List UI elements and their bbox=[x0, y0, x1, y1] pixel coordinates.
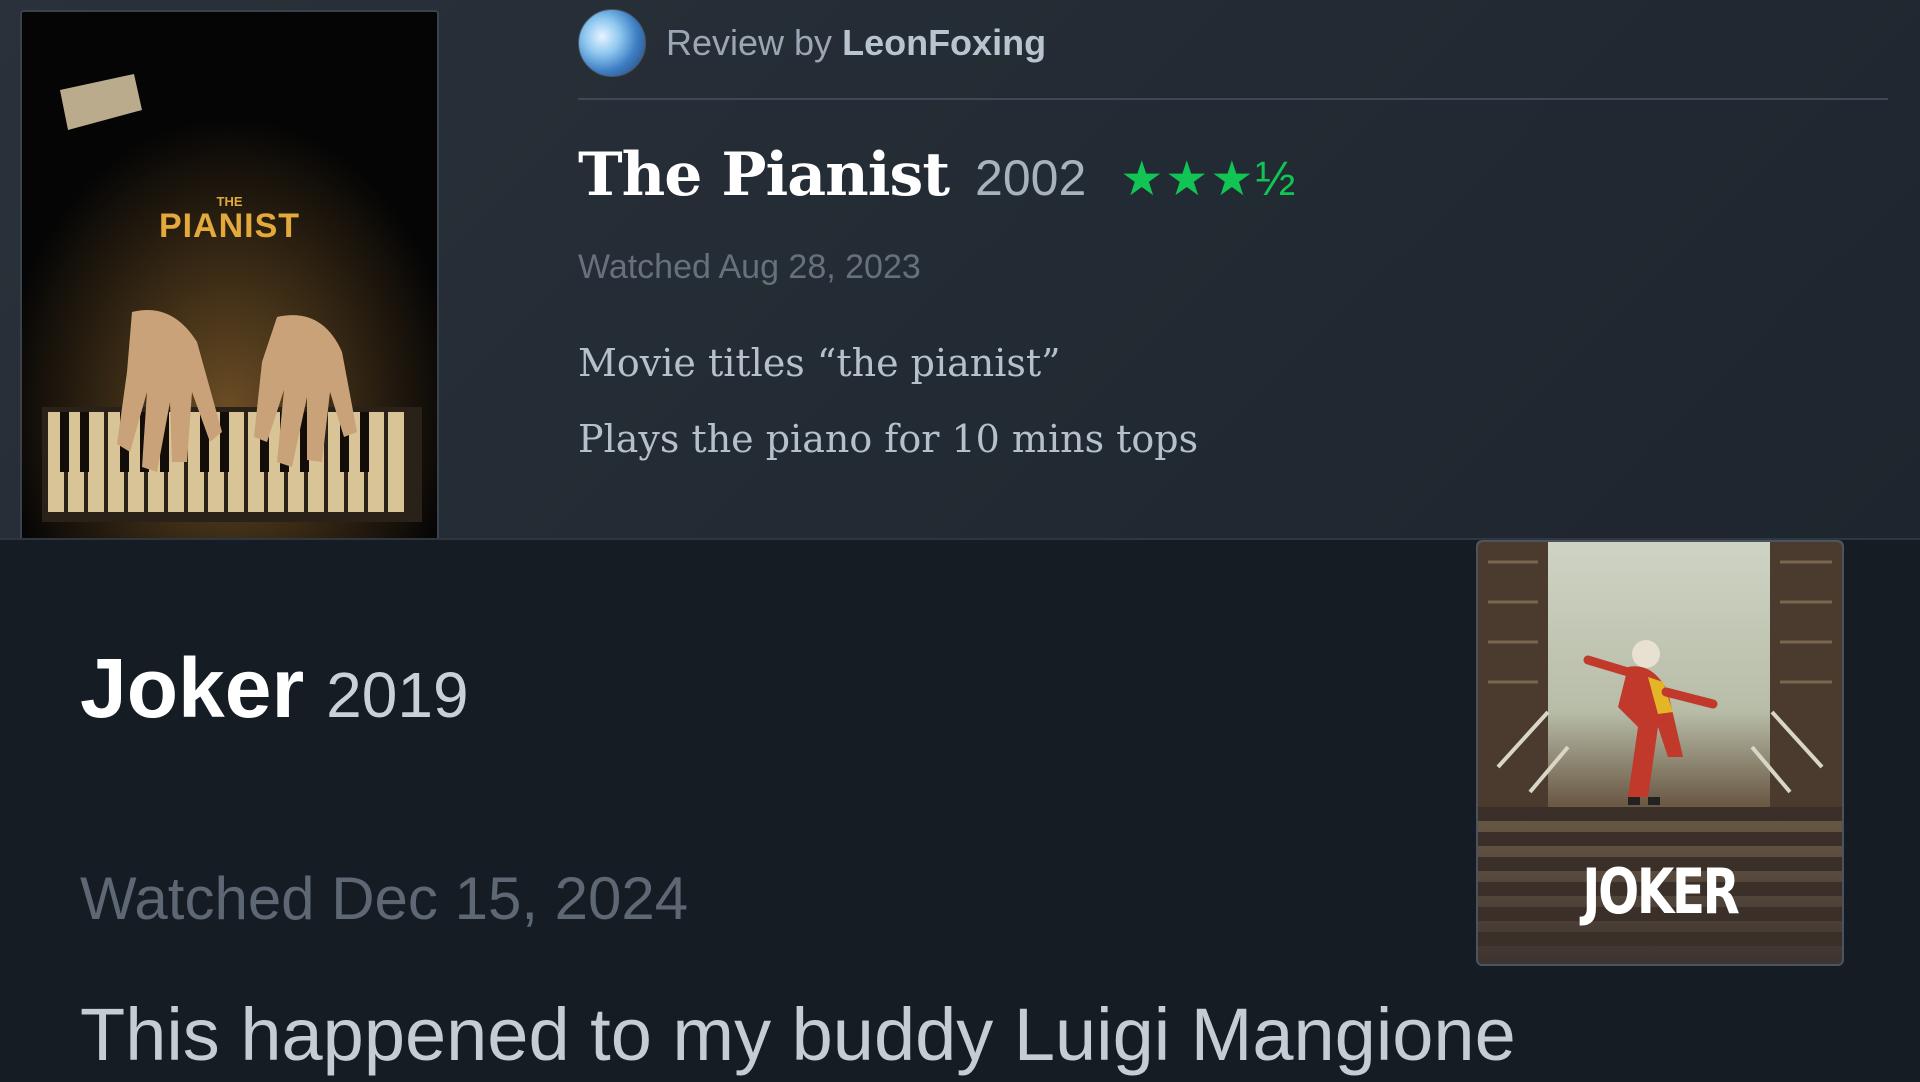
avatar[interactable] bbox=[578, 9, 646, 77]
rating-stars: ★★★½ bbox=[1120, 153, 1298, 206]
review-line: Plays the piano for 10 mins tops bbox=[578, 417, 1199, 461]
poster-title: THE PIANIST bbox=[22, 194, 437, 246]
film-title-link[interactable]: Joker bbox=[80, 640, 304, 737]
divider bbox=[578, 98, 1888, 100]
review-body: Movie titles “the pianist” Plays the pia… bbox=[578, 336, 1198, 488]
poster-title: JOKER bbox=[1582, 855, 1739, 928]
reviewer-name-link[interactable]: LeonFoxing bbox=[842, 22, 1046, 63]
review-by-label: Review by bbox=[666, 22, 833, 63]
reviewer-row: Review by LeonFoxing bbox=[578, 8, 1046, 78]
review-text: This happened to my buddy Luigi Mangione bbox=[80, 993, 1516, 1076]
film-title-link[interactable]: The Pianist bbox=[578, 140, 950, 210]
pianist-review-panel: THE PIANIST Review by LeonFoxing The Pia… bbox=[0, 0, 1920, 538]
poster-title-small: THE bbox=[216, 194, 243, 209]
film-year-link[interactable]: 2002 bbox=[975, 149, 1086, 207]
film-year-link[interactable]: 2019 bbox=[326, 658, 468, 732]
watched-date: Watched Dec 15, 2024 bbox=[80, 865, 689, 932]
film-header: Joker 2019 bbox=[80, 640, 469, 737]
pianist-poster[interactable]: THE PIANIST bbox=[20, 10, 439, 538]
joker-poster[interactable]: JOKER bbox=[1476, 540, 1844, 966]
poster-artwork bbox=[22, 12, 437, 538]
review-line: Movie titles “the pianist” bbox=[578, 341, 1061, 385]
poster-title-main: PIANIST bbox=[158, 207, 301, 245]
joker-entry-panel: Joker 2019 Watched Dec 15, 2024 This hap… bbox=[0, 538, 1920, 1082]
watched-date: Watched Aug 28, 2023 bbox=[578, 248, 921, 286]
review-by-line: Review by LeonFoxing bbox=[666, 22, 1046, 64]
film-header: The Pianist 2002 ★★★½ bbox=[578, 140, 1297, 210]
